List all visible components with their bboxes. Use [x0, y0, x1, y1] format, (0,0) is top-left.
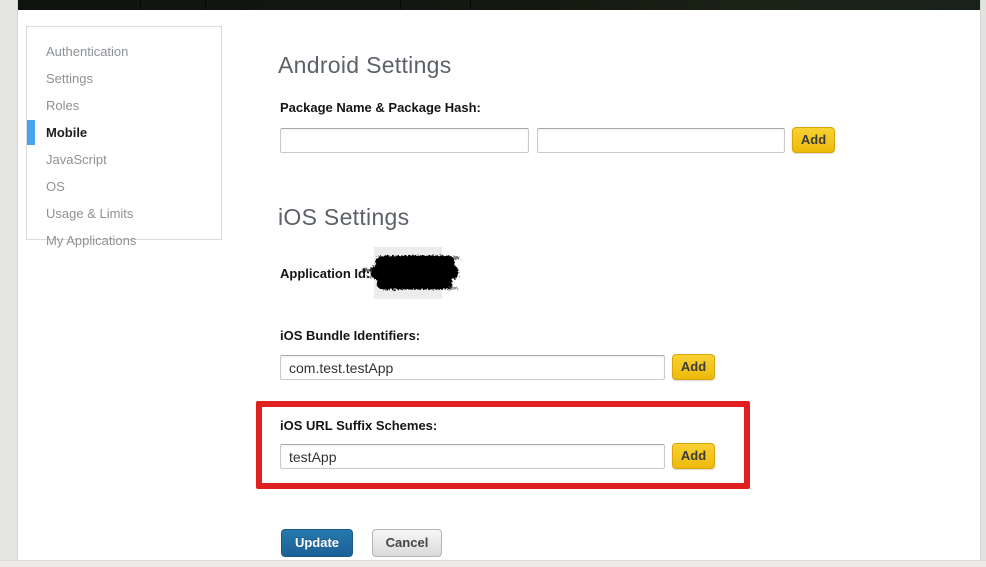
application-id-redacted-value — [362, 247, 460, 299]
android-add-button[interactable]: Add — [792, 127, 835, 153]
ios-bundle-identifiers-label: iOS Bundle Identifiers: — [280, 328, 421, 343]
window-edge-bottom — [0, 560, 986, 567]
update-button[interactable]: Update — [281, 529, 353, 557]
settings-sidebar: Authentication Settings Roles Mobile Jav… — [26, 26, 222, 248]
package-name-input[interactable] — [280, 128, 529, 153]
ios-url-suffix-input[interactable] — [280, 444, 665, 469]
sidebar-item-label: Mobile — [46, 125, 88, 140]
top-bar-separator — [470, 0, 471, 10]
top-bar-separator — [205, 0, 206, 10]
ios-bundle-add-button[interactable]: Add — [672, 354, 715, 380]
ios-bundle-identifier-input[interactable] — [280, 355, 665, 380]
sidebar-item-my-applications[interactable]: My Applications — [27, 227, 221, 254]
sidebar-item-mobile[interactable]: Mobile — [27, 119, 221, 146]
window-edge-left — [0, 0, 18, 567]
top-bar-separator — [400, 0, 401, 10]
sidebar-item-javascript[interactable]: JavaScript — [27, 146, 221, 173]
sidebar-item-usage-limits[interactable]: Usage & Limits — [27, 200, 221, 227]
sidebar-item-os[interactable]: OS — [27, 173, 221, 200]
sidebar-item-authentication[interactable]: Authentication — [27, 38, 221, 65]
cancel-button[interactable]: Cancel — [372, 529, 442, 557]
window-edge-right — [980, 0, 986, 567]
android-settings-title: Android Settings — [278, 52, 452, 78]
ios-suffix-add-button[interactable]: Add — [672, 443, 715, 469]
package-hash-input[interactable] — [537, 128, 785, 153]
ios-url-suffix-schemes-label: iOS URL Suffix Schemes: — [280, 418, 438, 433]
sidebar-item-roles[interactable]: Roles — [27, 92, 221, 119]
top-bar-separator — [140, 0, 141, 10]
browser-top-bar — [18, 0, 980, 10]
redaction-scribble — [362, 255, 460, 290]
active-item-marker — [27, 120, 35, 145]
sidebar-item-settings[interactable]: Settings — [27, 65, 221, 92]
package-name-hash-label: Package Name & Package Hash: — [280, 100, 481, 115]
ios-settings-title: iOS Settings — [278, 204, 410, 230]
